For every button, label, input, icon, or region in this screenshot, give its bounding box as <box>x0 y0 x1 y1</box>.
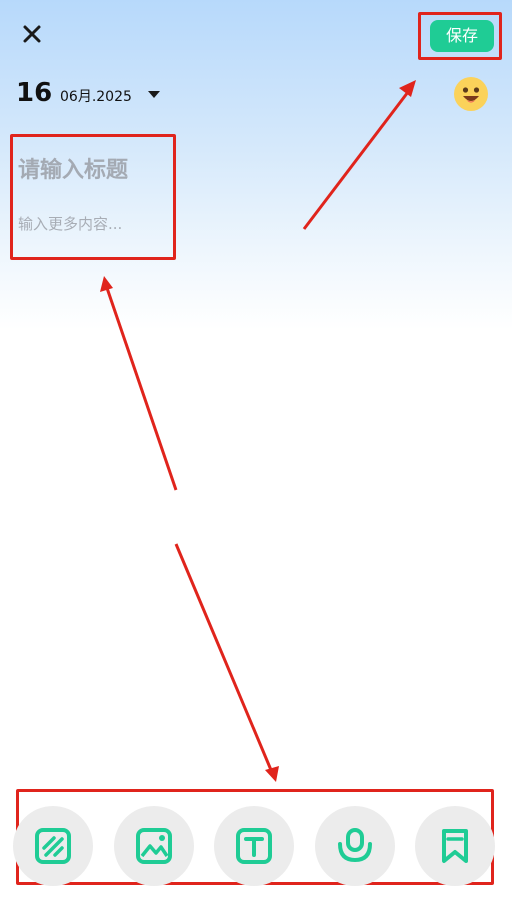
toolbar-button-text[interactable] <box>214 806 294 886</box>
smiley-face-icon[interactable] <box>453 76 489 112</box>
content-input[interactable]: 输入更多内容... <box>18 213 122 234</box>
toolbar-button-image[interactable] <box>114 806 194 886</box>
date-day: 16 <box>16 78 53 108</box>
editor-highlight-box: 请输入标题 输入更多内容... <box>10 134 176 260</box>
arrow-head-save <box>399 80 416 97</box>
image-icon <box>136 828 172 864</box>
close-button[interactable] <box>18 20 46 48</box>
arrow-head-toolbar <box>265 766 279 782</box>
save-button[interactable]: 保存 <box>430 20 494 52</box>
toolbar-button-bookmark[interactable] <box>415 806 495 886</box>
close-icon <box>23 25 41 43</box>
arrow-to-toolbar <box>174 543 273 771</box>
text-icon <box>236 828 272 864</box>
arrow-to-save <box>302 91 410 230</box>
save-highlight-box: 保存 <box>418 12 502 60</box>
date-month-year[interactable]: 06月.2025 <box>60 86 132 106</box>
caret-down-icon[interactable] <box>146 88 162 100</box>
bookmark-icon <box>442 829 468 863</box>
audio-record-icon <box>338 828 372 863</box>
title-input[interactable]: 请输入标题 <box>18 152 128 184</box>
edit-stripes-icon <box>35 828 71 864</box>
arrow-head-editor <box>100 276 113 292</box>
toolbar-button-edit[interactable] <box>13 806 93 886</box>
toolbar-button-audio[interactable] <box>315 806 395 886</box>
arrow-to-editor <box>105 287 178 491</box>
